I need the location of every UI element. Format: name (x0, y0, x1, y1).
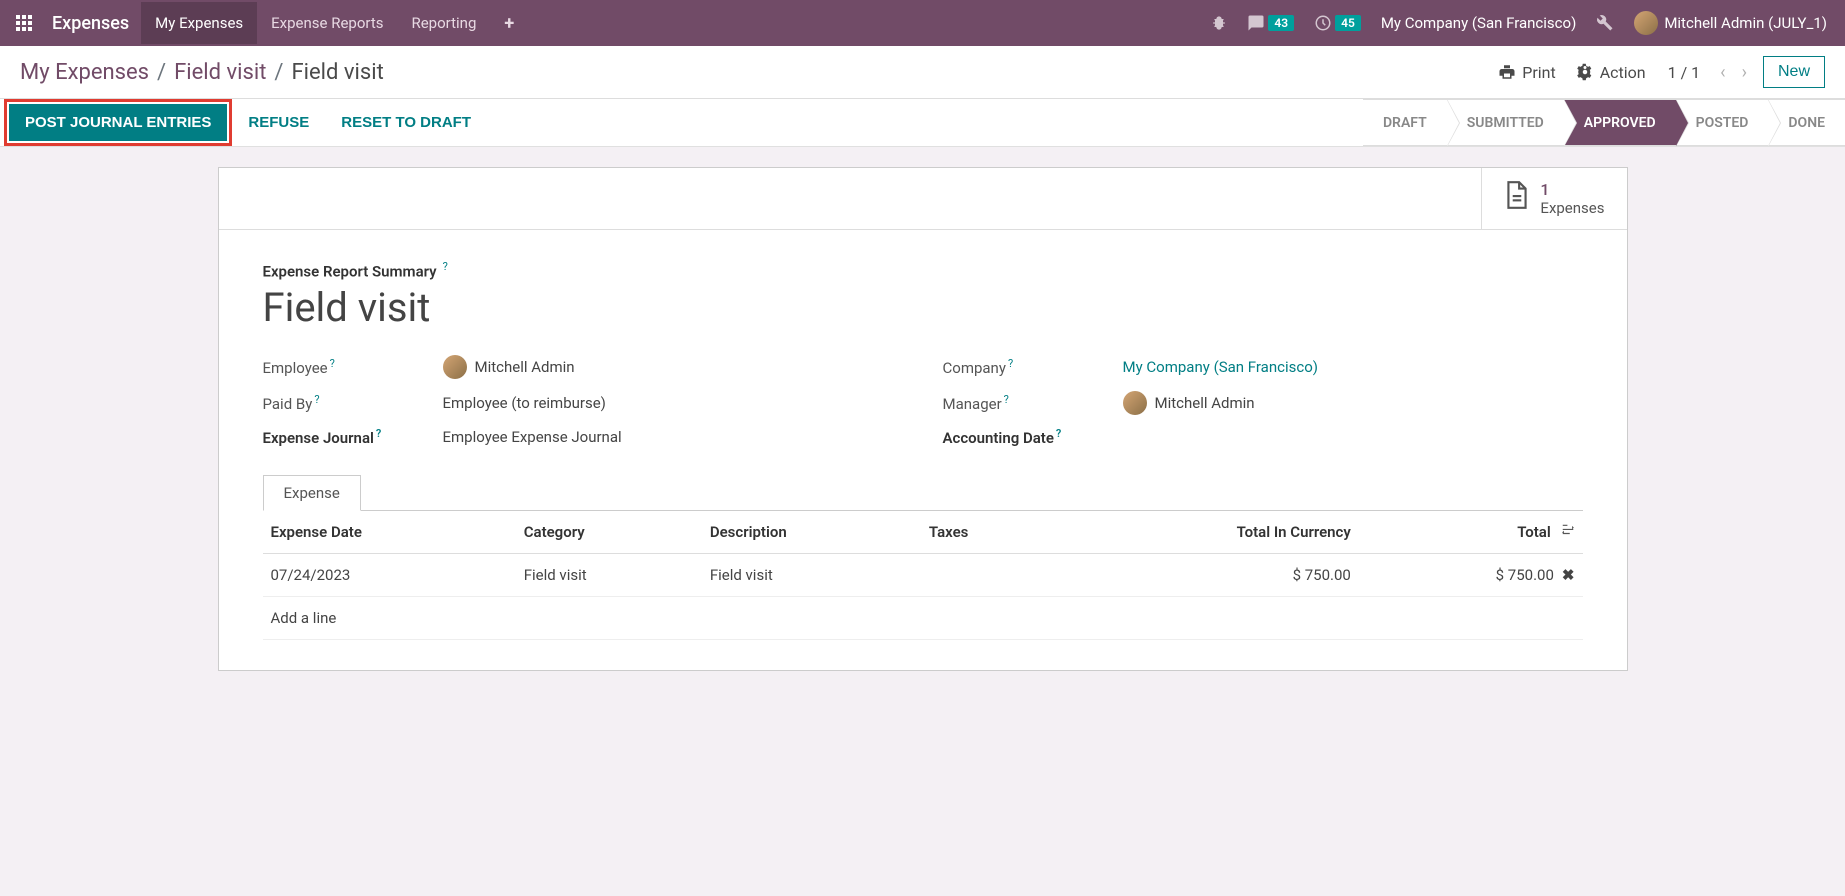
expenses-stat-button[interactable]: 1 Expenses (1481, 168, 1626, 229)
stat-count: 1 (1540, 180, 1604, 199)
print-button[interactable]: Print (1498, 63, 1555, 82)
form-sheet: 1 Expenses Expense Report Summary ? Fiel… (218, 167, 1628, 671)
col-taxes[interactable]: Taxes (921, 511, 1052, 554)
reset-to-draft-button[interactable]: RESET TO DRAFT (325, 104, 487, 141)
expense-table: Expense Date Category Description Taxes … (263, 511, 1583, 640)
help-icon[interactable]: ? (1008, 357, 1013, 370)
nav-expense-reports[interactable]: Expense Reports (257, 2, 397, 44)
debug-icon[interactable] (1201, 7, 1237, 39)
post-journal-entries-button[interactable]: POST JOURNAL ENTRIES (9, 104, 227, 141)
field-expense-journal: Expense Journal? Employee Expense Journa… (263, 427, 903, 447)
nav-my-expenses[interactable]: My Expenses (141, 2, 257, 44)
field-paid-by: Paid By? Employee (to reimburse) (263, 391, 903, 415)
user-name: Mitchell Admin (JULY_1) (1664, 14, 1827, 32)
highlight-box: POST JOURNAL ENTRIES (4, 99, 232, 146)
control-bar: My Expenses / Field visit / Field visit … (0, 46, 1845, 99)
nav-reporting[interactable]: Reporting (397, 2, 490, 44)
status-approved[interactable]: APPROVED (1564, 99, 1676, 146)
col-total[interactable]: Total (1359, 511, 1583, 554)
adjust-columns-icon[interactable] (1551, 523, 1575, 541)
help-icon[interactable]: ? (443, 260, 448, 273)
summary-label: Expense Report Summary (263, 262, 437, 280)
col-description[interactable]: Description (702, 511, 921, 554)
avatar-icon (1123, 391, 1147, 415)
delete-row-icon[interactable]: ✖ (1554, 566, 1575, 584)
add-line-button[interactable]: Add a line (263, 597, 1583, 640)
status-draft[interactable]: DRAFT (1363, 99, 1447, 146)
table-row[interactable]: 07/24/2023 Field visit Field visit $ 750… (263, 554, 1583, 597)
field-employee: Employee? Mitchell Admin (263, 355, 903, 379)
document-icon (1504, 180, 1530, 217)
col-expense-date[interactable]: Expense Date (263, 511, 516, 554)
activities-icon[interactable]: 45 (1304, 6, 1371, 40)
tab-expense[interactable]: Expense (263, 475, 361, 511)
refuse-button[interactable]: REFUSE (232, 104, 325, 141)
apps-menu-icon[interactable] (8, 7, 40, 39)
avatar-icon (443, 355, 467, 379)
user-menu[interactable]: Mitchell Admin (JULY_1) (1624, 3, 1837, 43)
new-button[interactable]: New (1763, 56, 1825, 88)
pager-next[interactable]: › (1734, 58, 1755, 87)
help-icon[interactable]: ? (314, 393, 319, 406)
status-submitted[interactable]: SUBMITTED (1447, 99, 1564, 146)
nav-new-icon[interactable]: + (490, 1, 528, 46)
col-category[interactable]: Category (516, 511, 702, 554)
help-icon[interactable]: ? (1056, 427, 1061, 440)
pager-prev[interactable]: ‹ (1712, 58, 1733, 87)
field-manager: Manager? Mitchell Admin (943, 391, 1583, 415)
status-posted[interactable]: POSTED (1676, 99, 1769, 146)
tools-icon[interactable] (1586, 6, 1624, 40)
messages-badge: 43 (1268, 15, 1294, 31)
app-brand[interactable]: Expenses (40, 13, 141, 34)
pager[interactable]: 1 / 1 (1668, 63, 1701, 82)
help-icon[interactable]: ? (376, 427, 381, 440)
status-bar: DRAFT SUBMITTED APPROVED POSTED DONE (1363, 99, 1845, 146)
col-total-currency[interactable]: Total In Currency (1052, 511, 1359, 554)
field-accounting-date: Accounting Date? (943, 427, 1583, 447)
activities-badge: 45 (1335, 15, 1361, 31)
breadcrumb-parent[interactable]: Field visit (174, 60, 266, 85)
user-avatar-icon (1634, 11, 1658, 35)
company-switcher[interactable]: My Company (San Francisco) (1371, 6, 1586, 40)
action-menu[interactable]: Action (1576, 63, 1646, 82)
breadcrumb-current: Field visit (292, 60, 384, 85)
help-icon[interactable]: ? (330, 357, 335, 370)
field-company: Company? My Company (San Francisco) (943, 355, 1583, 379)
record-title[interactable]: Field visit (263, 284, 1583, 331)
breadcrumb-root[interactable]: My Expenses (20, 60, 149, 85)
top-navbar: Expenses My Expenses Expense Reports Rep… (0, 0, 1845, 46)
help-icon[interactable]: ? (1004, 393, 1009, 406)
stat-label: Expenses (1540, 199, 1604, 217)
breadcrumb: My Expenses / Field visit / Field visit (20, 60, 1488, 85)
action-bar: POST JOURNAL ENTRIES REFUSE RESET TO DRA… (0, 99, 1845, 147)
messages-icon[interactable]: 43 (1237, 6, 1304, 40)
